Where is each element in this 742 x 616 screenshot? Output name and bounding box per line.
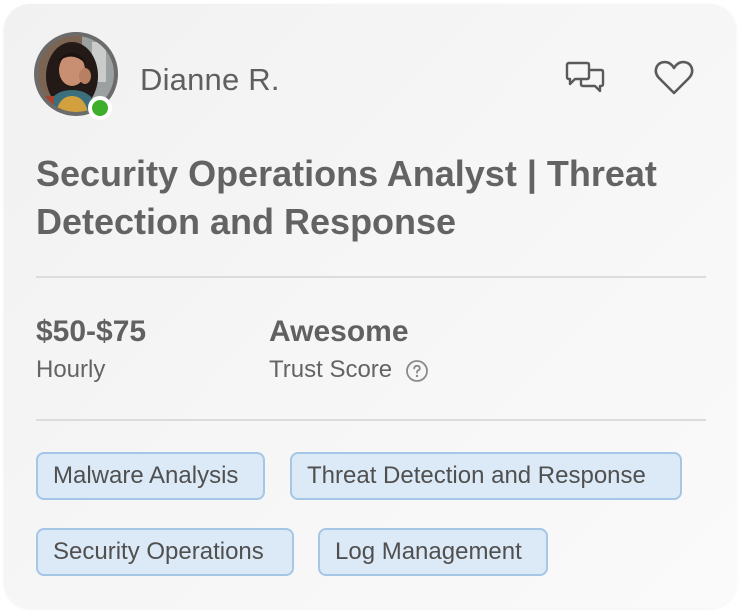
job-title[interactable]: Security Operations Analyst | Threat Det… — [36, 150, 696, 246]
hourly-rate-label: Hourly — [36, 356, 106, 383]
skill-tag[interactable]: Security Operations — [36, 528, 294, 576]
question-circle-icon[interactable] — [405, 359, 429, 383]
skill-tag[interactable]: Malware Analysis — [36, 452, 265, 500]
skill-tag[interactable]: Threat Detection and Response — [290, 452, 682, 500]
skill-tag[interactable]: Log Management — [318, 528, 548, 576]
favorite-button[interactable] — [650, 56, 698, 100]
trust-score-label: Trust Score — [269, 356, 393, 383]
hourly-rate-value: $50-$75 — [36, 315, 147, 348]
message-button[interactable] — [561, 56, 609, 100]
heart-outline-icon — [654, 60, 694, 95]
divider — [36, 419, 706, 421]
chat-bubbles-icon — [565, 61, 605, 93]
trust-score-value: Awesome — [269, 315, 409, 348]
freelancer-card[interactable]: Dianne R. Security Operations Analyst | … — [4, 4, 736, 608]
online-status-indicator — [88, 96, 112, 120]
freelancer-name[interactable]: Dianne R. — [140, 60, 280, 100]
divider — [36, 276, 706, 278]
